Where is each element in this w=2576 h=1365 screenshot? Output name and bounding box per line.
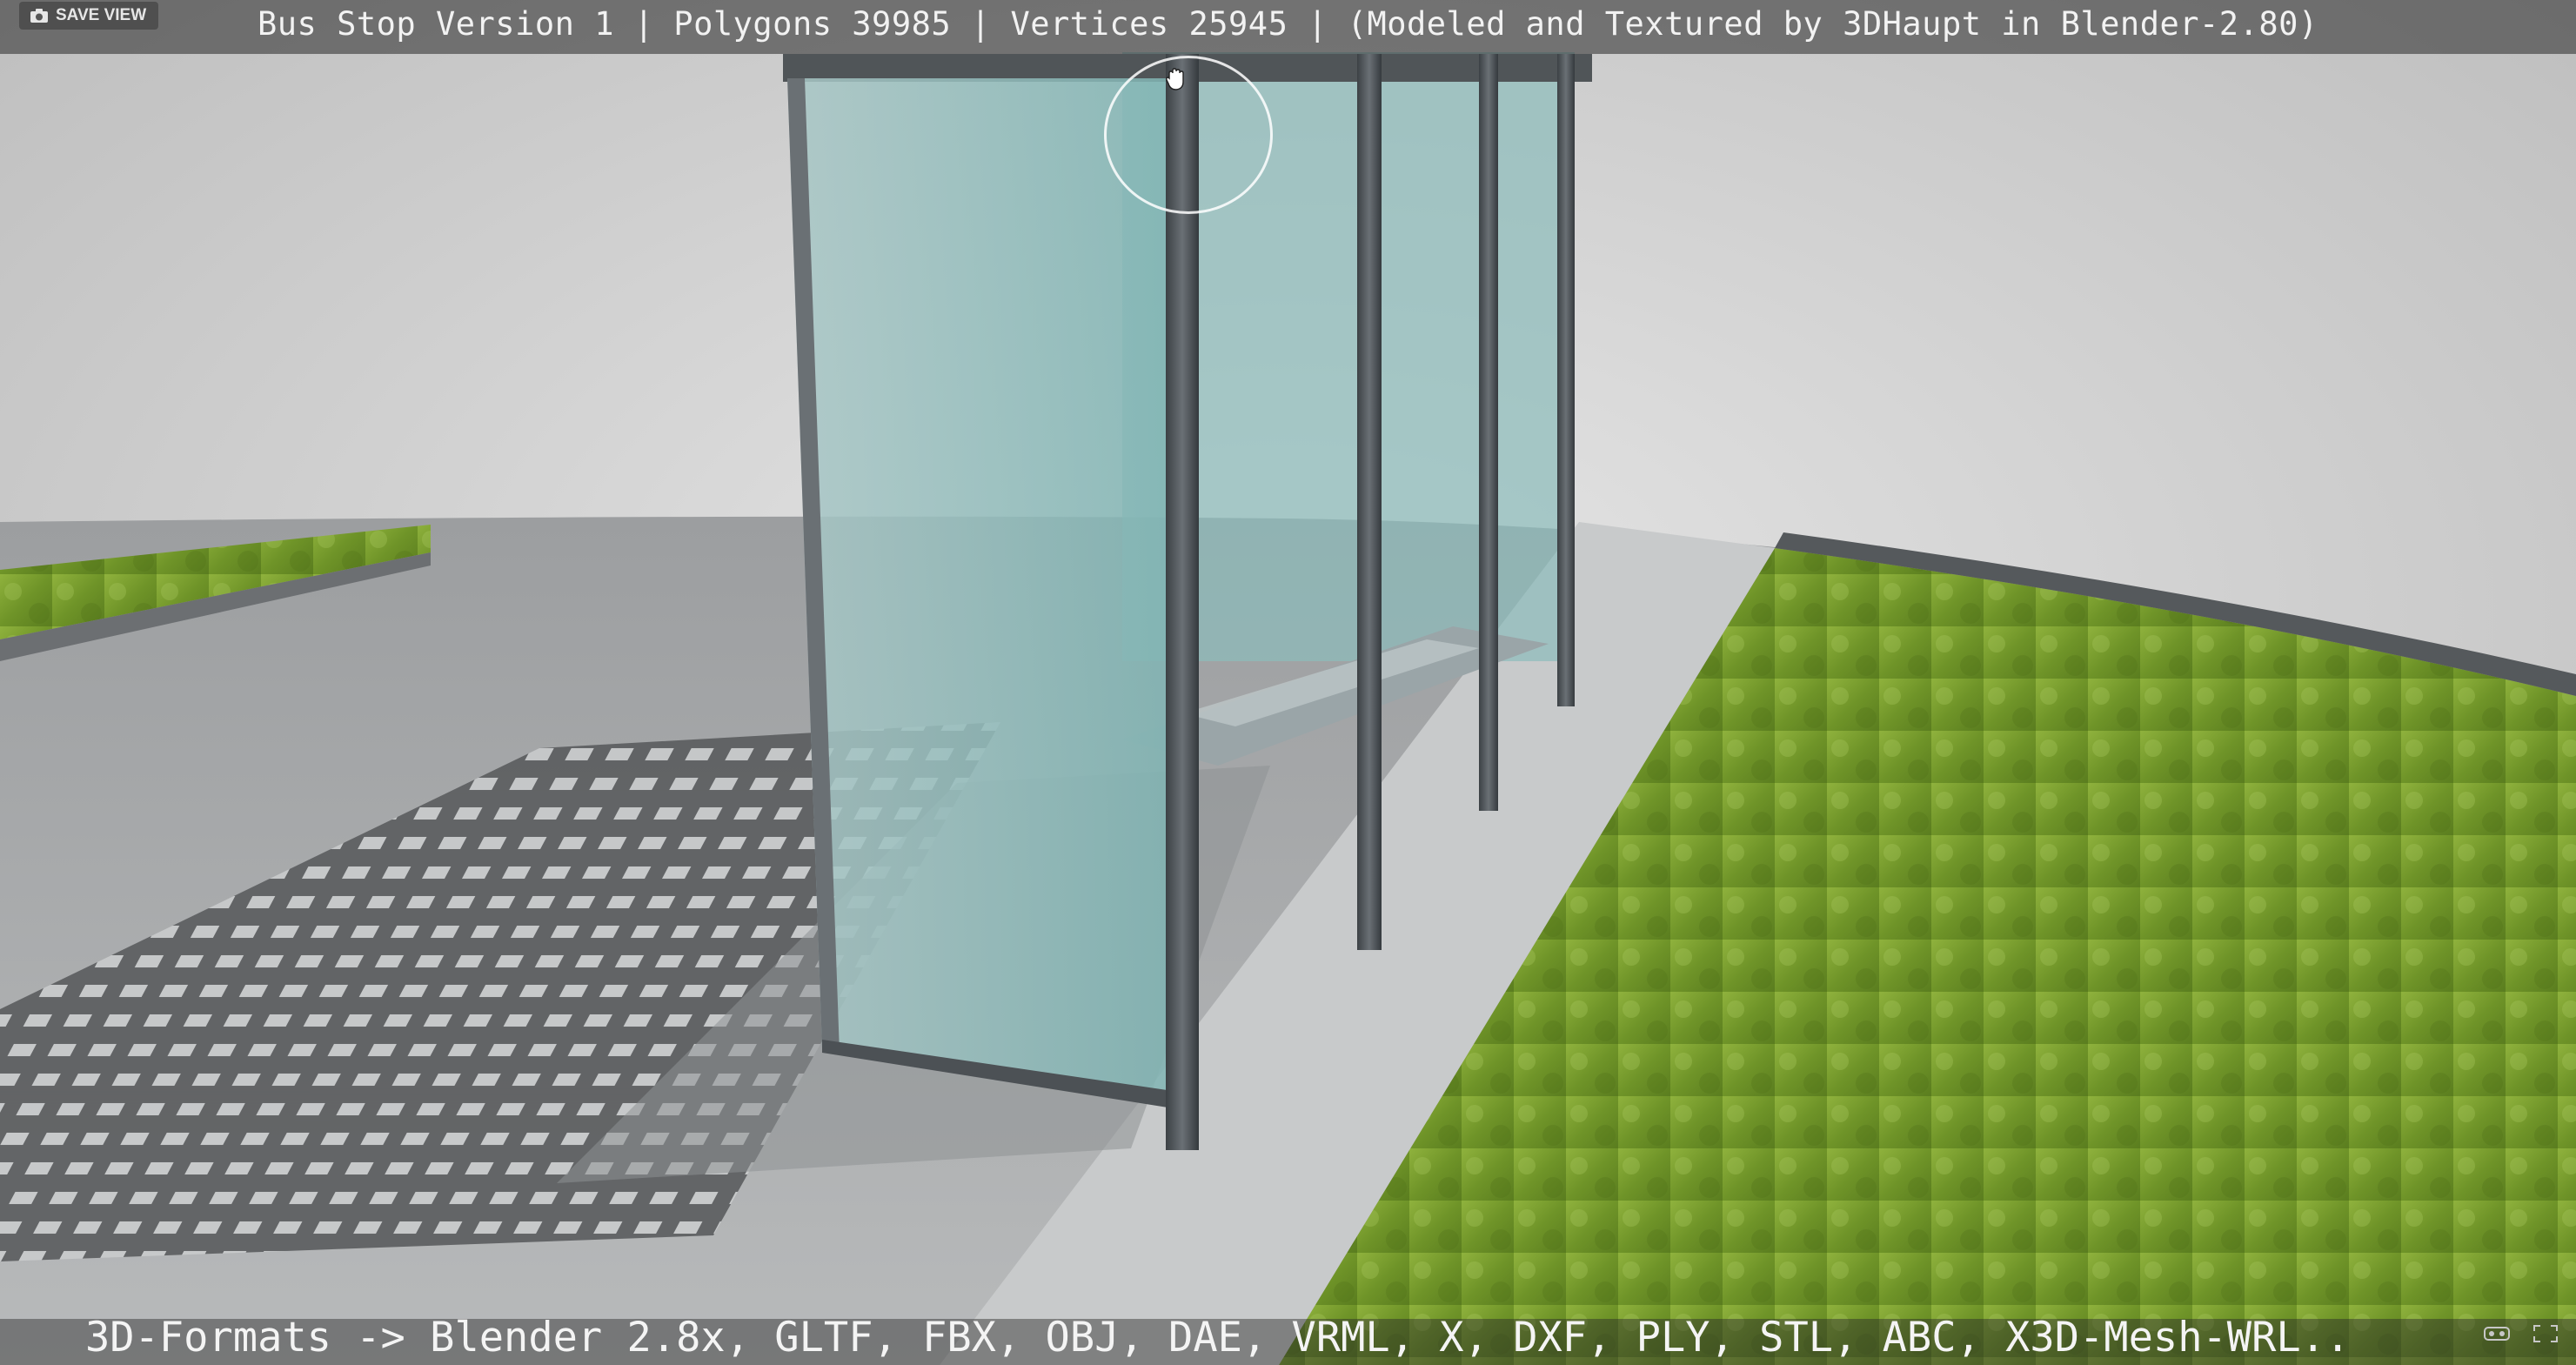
- post-4: [1557, 54, 1575, 706]
- post-3: [1479, 54, 1498, 811]
- model-title: Bus Stop Version 1 | Polygons 39985 | Ve…: [258, 5, 2318, 43]
- save-view-button[interactable]: SAVE VIEW: [19, 2, 159, 30]
- camera-icon: [30, 9, 48, 23]
- formats-text: 3D-Formats -> Blender 2.8x, GLTF, FBX, O…: [85, 1314, 2351, 1362]
- 3d-viewport[interactable]: [0, 0, 2576, 1365]
- hand-grab-icon: [1166, 68, 1184, 90]
- viewer-controls: [2484, 1324, 2559, 1343]
- save-view-label: SAVE VIEW: [56, 6, 147, 24]
- front-glass-panel: [787, 78, 1179, 1105]
- post-2: [1357, 54, 1382, 950]
- fullscreen-icon[interactable]: [2533, 1324, 2559, 1343]
- vr-icon[interactable]: [2484, 1324, 2510, 1343]
- model-viewer[interactable]: Bus Stop Version 1 | Polygons 39985 | Ve…: [0, 0, 2576, 1365]
- post-1: [1166, 54, 1199, 1150]
